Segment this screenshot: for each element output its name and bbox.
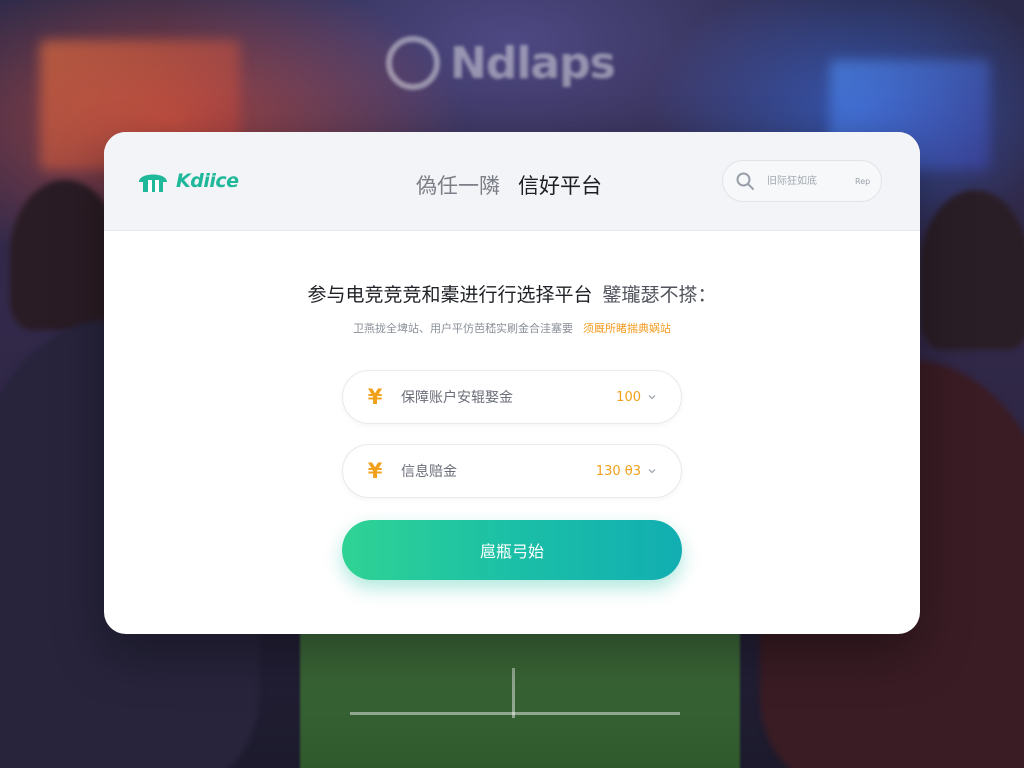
background-logo: Ndlaps xyxy=(386,28,646,98)
brand-name: Kdiice xyxy=(176,170,239,192)
header-title-part1: 偽任一隣 xyxy=(416,174,500,198)
brand[interactable]: Kdiice xyxy=(136,166,239,196)
chevron-down-icon xyxy=(648,395,656,400)
headline-text: 参与电竞竞竞和橐进行行选择平台 xyxy=(307,284,593,306)
deposit-select-value: 100 xyxy=(616,389,641,405)
search-tag: Rep xyxy=(855,176,871,186)
background-field xyxy=(300,630,740,768)
background-field-line xyxy=(350,712,680,715)
subline: 卫燕拢全埤站、用户平仿芭嵇实刷金合洼塞要 须厩所睹揣典娲站 xyxy=(104,320,920,336)
yen-icon: ¥ xyxy=(367,385,383,409)
subline-highlight-link[interactable]: 须厩所睹揣典娲站 xyxy=(583,322,671,335)
bonus-select-label: 信息赔金 xyxy=(401,464,457,480)
yen-icon: ¥ xyxy=(367,459,383,483)
start-button[interactable]: 扈瓶弓始 xyxy=(342,520,682,580)
search-input[interactable] xyxy=(765,174,849,188)
headline: 参与电竞竞竞和橐进行行选择平台 鐾瓏瑟不搽： xyxy=(104,280,920,307)
bonus-select[interactable]: ¥ 信息赔金 130 θ3 xyxy=(342,444,682,498)
bonus-select-value: 130 θ3 xyxy=(595,463,641,479)
deposit-select-label: 保障账户安辊娶金 xyxy=(401,390,513,406)
card-header: Kdiice 偽任一隣 信好平台 Rep xyxy=(104,132,920,231)
headline-suffix: 鐾瓏瑟不搽： xyxy=(602,284,717,306)
search-box[interactable]: Rep xyxy=(722,160,882,202)
chevron-down-icon xyxy=(648,469,656,474)
subline-text: 卫燕拢全埤站、用户平仿芭嵇实刷金合洼塞要 xyxy=(353,322,573,335)
background-field-line xyxy=(512,668,515,718)
background-logo-text: Ndlaps xyxy=(450,37,616,89)
deposit-select[interactable]: ¥ 保障账户安辊娶金 100 xyxy=(342,370,682,424)
main-card: Kdiice 偽任一隣 信好平台 Rep 参与电竞竞竞和橐进行行选择平台鐾瓏瑟不… xyxy=(104,132,920,634)
search-icon xyxy=(736,172,754,190)
header-title-part2: 信好平台 xyxy=(518,174,602,198)
background-logo-mark xyxy=(386,36,440,90)
brand-logo-icon xyxy=(139,174,167,192)
background-person xyxy=(920,190,1024,350)
header-title: 偽任一隣 信好平台 xyxy=(416,170,602,200)
